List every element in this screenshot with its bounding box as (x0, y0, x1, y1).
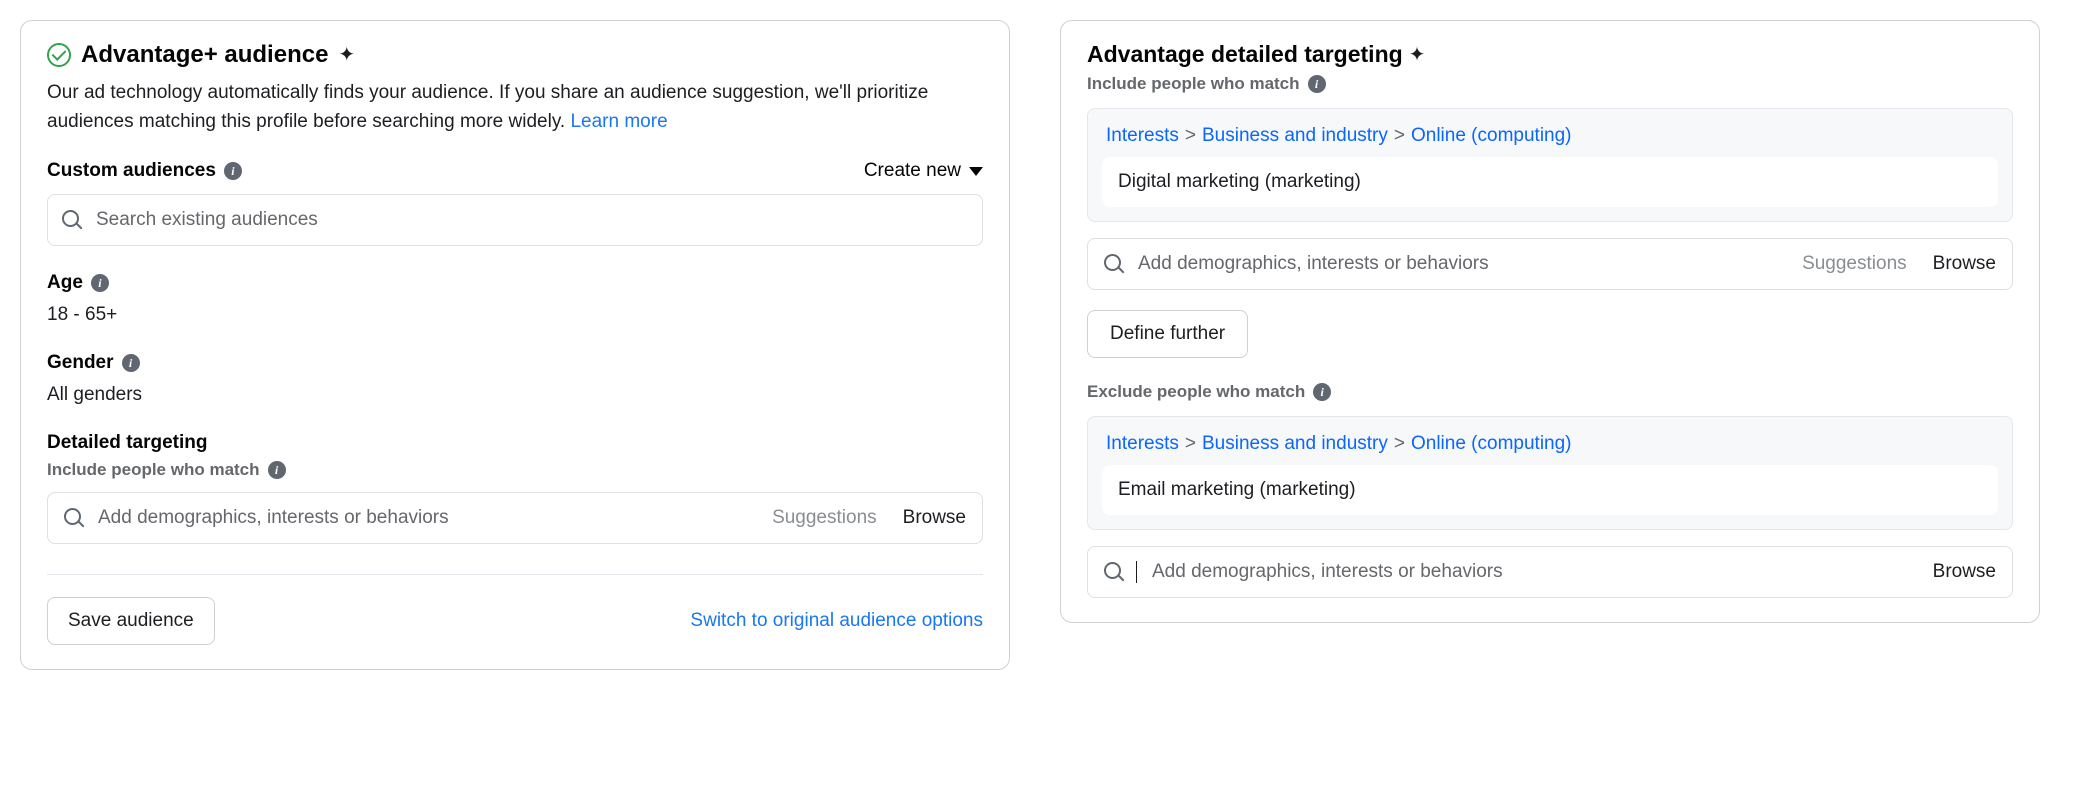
info-icon[interactable] (268, 461, 286, 479)
info-icon[interactable] (122, 354, 140, 372)
crumb-sep: > (1185, 433, 1196, 454)
suggestions-link[interactable]: Suggestions (1802, 253, 1907, 275)
panel-description-text: Our ad technology automatically finds yo… (47, 82, 928, 132)
include-sublabel-text: Include people who match (47, 460, 260, 480)
browse-link[interactable]: Browse (1933, 561, 1996, 583)
exclude-chipset: Interests > Business and industry > Online (… (1087, 416, 2013, 530)
custom-audiences-search-input[interactable] (94, 208, 968, 232)
search-icon (62, 210, 82, 230)
custom-audiences-label: Custom audiences (47, 160, 242, 182)
custom-audiences-row: Custom audiences Create new (47, 160, 983, 182)
custom-audiences-search[interactable] (47, 194, 983, 246)
exclude-sublabel-text: Exclude people who match (1087, 382, 1305, 402)
panel-title: Advantage detailed targeting (1087, 41, 1403, 68)
include-sublabel-text: Include people who match (1087, 74, 1300, 94)
crumb-sep: > (1394, 433, 1405, 454)
crumb-sep: > (1185, 125, 1196, 146)
advantage-detailed-targeting-panel: Advantage detailed targeting ✦ Include pe… (1060, 20, 2040, 623)
crumb-link[interactable]: Online (computing) (1411, 433, 1572, 454)
gender-label-text: Gender (47, 352, 114, 374)
check-circle-icon (47, 43, 71, 67)
panel-title: Advantage+ audience (81, 41, 328, 69)
gender-value: All genders (47, 384, 983, 406)
crumb-link[interactable]: Business and industry (1202, 125, 1388, 146)
chevron-down-icon (969, 167, 983, 176)
detailed-targeting-search[interactable]: Suggestions Browse (47, 492, 983, 544)
panel-header: Advantage+ audience ✦ (47, 41, 983, 69)
crumb-link[interactable]: Interests (1106, 433, 1179, 454)
switch-audience-link[interactable]: Switch to original audience options (690, 610, 983, 632)
browse-link[interactable]: Browse (903, 507, 966, 529)
create-new-dropdown[interactable]: Create new (864, 160, 983, 182)
exclude-search[interactable]: Browse (1087, 546, 2013, 598)
age-label-text: Age (47, 272, 83, 294)
panel-description: Our ad technology automatically finds yo… (47, 79, 983, 136)
text-cursor-icon (1136, 561, 1137, 583)
search-icon (1104, 562, 1124, 582)
learn-more-link[interactable]: Learn more (570, 111, 667, 132)
crumb-link[interactable]: Online (computing) (1411, 125, 1572, 146)
advantage-audience-panel: Advantage+ audience ✦ Our ad technology … (20, 20, 1010, 670)
detailed-targeting-label: Detailed targeting (47, 432, 983, 454)
search-icon (1104, 254, 1124, 274)
info-icon[interactable] (224, 162, 242, 180)
crumb-link[interactable]: Business and industry (1202, 433, 1388, 454)
gender-label: Gender (47, 352, 983, 374)
age-value: 18 - 65+ (47, 304, 983, 326)
panel-footer: Save audience Switch to original audienc… (47, 597, 983, 645)
exclude-selected-chip[interactable]: Email marketing (marketing) (1102, 465, 1998, 515)
browse-link[interactable]: Browse (1933, 253, 1996, 275)
panel-header: Advantage detailed targeting ✦ (1087, 41, 2013, 68)
include-sublabel: Include people who match (1087, 74, 2013, 94)
age-label: Age (47, 272, 983, 294)
sparkle-icon: ✦ (338, 45, 355, 65)
info-icon[interactable] (1313, 383, 1331, 401)
sparkle-icon: ✦ (1409, 45, 1426, 65)
exclude-breadcrumb: Interests > Business and industry > Online (… (1102, 429, 1998, 465)
divider (47, 574, 983, 575)
crumb-sep: > (1394, 125, 1405, 146)
info-icon[interactable] (91, 274, 109, 292)
search-icon (64, 508, 84, 528)
include-breadcrumb: Interests > Business and industry > Online (… (1102, 121, 1998, 157)
suggestions-link[interactable]: Suggestions (772, 507, 877, 529)
detailed-targeting-input[interactable] (96, 506, 760, 530)
create-new-label: Create new (864, 160, 961, 182)
include-search[interactable]: Suggestions Browse (1087, 238, 2013, 290)
include-search-input[interactable] (1136, 252, 1790, 276)
exclude-search-input[interactable] (1150, 560, 1921, 584)
exclude-sublabel: Exclude people who match (1087, 382, 2013, 402)
detailed-targeting-label-text: Detailed targeting (47, 432, 207, 454)
info-icon[interactable] (1308, 75, 1326, 93)
include-selected-chip[interactable]: Digital marketing (marketing) (1102, 157, 1998, 207)
define-further-button[interactable]: Define further (1087, 310, 1248, 358)
save-audience-button[interactable]: Save audience (47, 597, 215, 645)
include-chipset: Interests > Business and industry > Online (… (1087, 108, 2013, 222)
custom-audiences-label-text: Custom audiences (47, 160, 216, 182)
crumb-link[interactable]: Interests (1106, 125, 1179, 146)
include-sublabel: Include people who match (47, 460, 983, 480)
